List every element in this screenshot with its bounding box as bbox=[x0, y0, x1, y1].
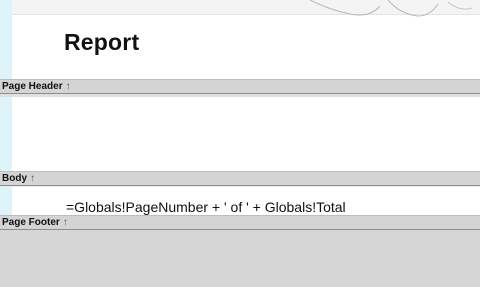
body-label: Body bbox=[2, 173, 27, 184]
page-footer-band[interactable]: Page Footer ↑ bbox=[0, 215, 480, 230]
page-footer-section[interactable] bbox=[0, 230, 480, 287]
page-footer-up-arrow-icon: ↑ bbox=[62, 217, 68, 228]
body-up-arrow-icon: ↑ bbox=[30, 173, 35, 184]
page-header-up-arrow-icon: ↑ bbox=[65, 81, 71, 92]
decorative-scribble bbox=[309, 0, 473, 17]
page-number-expression[interactable]: =Globals!PageNumber + ' of ' + Globals!T… bbox=[66, 199, 346, 215]
body-band[interactable]: Body ↑ bbox=[0, 171, 480, 186]
page-footer-label: Page Footer bbox=[2, 217, 60, 228]
report-title[interactable]: Report bbox=[64, 29, 139, 56]
page-header-label: Page Header bbox=[2, 81, 63, 92]
page-header-section[interactable] bbox=[12, 97, 480, 171]
page-header-band[interactable]: Page Header ↑ bbox=[0, 79, 480, 94]
